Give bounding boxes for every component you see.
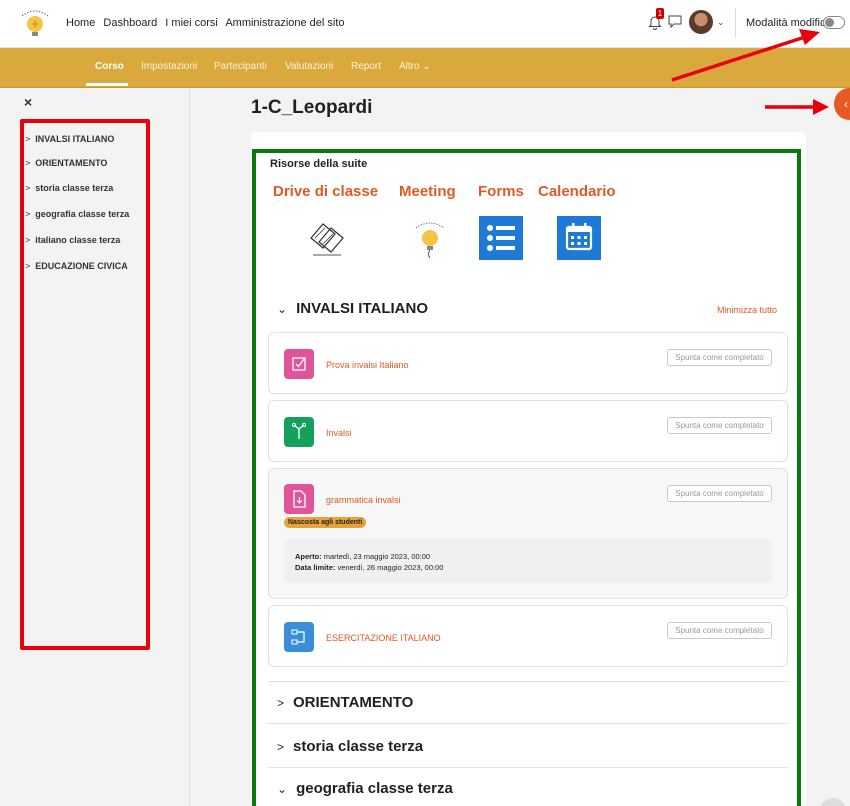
drawer-item-geografia[interactable]: > geografia classe terza bbox=[25, 209, 129, 219]
course-index-drawer: × > INVALSI ITALIANO > ORIENTAMENTO > stori… bbox=[0, 88, 190, 806]
open-block-drawer-button[interactable]: ‹ bbox=[834, 88, 850, 120]
annotation-arrow-block-drawer bbox=[765, 99, 829, 115]
chevron-right-icon: > bbox=[25, 183, 31, 193]
tab-settings[interactable]: Impostazioni bbox=[141, 61, 197, 72]
notification-badge: 1 bbox=[656, 8, 664, 19]
drawer-item-educazione-civica[interactable]: > EDUCAZIONE CIVICA bbox=[25, 261, 128, 271]
chevron-right-icon: > bbox=[25, 261, 31, 271]
nav-site-admin-link[interactable]: Amministrazione del sito bbox=[225, 17, 344, 29]
drawer-item-label: EDUCAZIONE CIVICA bbox=[35, 261, 128, 271]
nav-dashboard-link[interactable]: Dashboard bbox=[103, 17, 157, 29]
chevron-down-icon[interactable]: ⌄ bbox=[717, 17, 725, 28]
divider bbox=[735, 8, 736, 38]
nav-home-link[interactable]: Home bbox=[66, 17, 95, 29]
drawer-item-label: storia classe terza bbox=[35, 183, 114, 193]
tab-reports[interactable]: Report bbox=[351, 61, 381, 72]
drawer-item-label: INVALSI ITALIANO bbox=[35, 134, 115, 144]
course-secondary-nav: Corso Impostazioni Partecipanti Valutazi… bbox=[0, 48, 850, 88]
edit-mode-toggle[interactable] bbox=[823, 16, 845, 29]
chat-icon[interactable] bbox=[668, 15, 682, 28]
edit-mode-label: Modalità modifica bbox=[746, 17, 832, 29]
chevron-right-icon: > bbox=[25, 158, 31, 168]
chevron-right-icon: > bbox=[25, 209, 31, 219]
highlight-box-red bbox=[20, 119, 150, 650]
drawer-item-storia[interactable]: > storia classe terza bbox=[25, 183, 113, 193]
tab-more[interactable]: Altro ⌄ bbox=[399, 61, 431, 72]
tab-more-label: Altro bbox=[399, 61, 420, 72]
page-title: 1-C_Leopardi bbox=[251, 97, 373, 118]
chevron-right-icon: > bbox=[25, 235, 31, 245]
tab-course[interactable]: Corso bbox=[95, 61, 124, 72]
chevron-left-icon: ‹ bbox=[844, 97, 848, 111]
user-avatar[interactable] bbox=[689, 10, 713, 34]
drawer-item-label: ORIENTAMENTO bbox=[35, 158, 108, 168]
nav-my-courses-link[interactable]: I miei corsi bbox=[165, 17, 218, 29]
drawer-item-orientamento[interactable]: > ORIENTAMENTO bbox=[25, 158, 107, 168]
chevron-down-icon: ⌄ bbox=[422, 61, 431, 72]
drawer-item-italiano[interactable]: > italiano classe terza bbox=[25, 235, 120, 245]
highlight-box-green bbox=[252, 149, 801, 806]
tab-participants[interactable]: Partecipanti bbox=[214, 61, 267, 72]
top-navbar: Home Dashboard I miei corsi Amministrazi… bbox=[0, 0, 850, 48]
tab-grades[interactable]: Valutazioni bbox=[285, 61, 333, 72]
scroll-to-top-button[interactable] bbox=[820, 798, 846, 806]
site-logo-icon[interactable] bbox=[18, 6, 52, 42]
drawer-item-invalsi[interactable]: > INVALSI ITALIANO bbox=[25, 134, 114, 144]
active-tab-indicator bbox=[86, 83, 128, 86]
chevron-right-icon: > bbox=[25, 134, 31, 144]
close-drawer-button[interactable]: × bbox=[24, 94, 32, 110]
drawer-item-label: geografia classe terza bbox=[35, 209, 130, 219]
drawer-item-label: italiano classe terza bbox=[35, 235, 121, 245]
